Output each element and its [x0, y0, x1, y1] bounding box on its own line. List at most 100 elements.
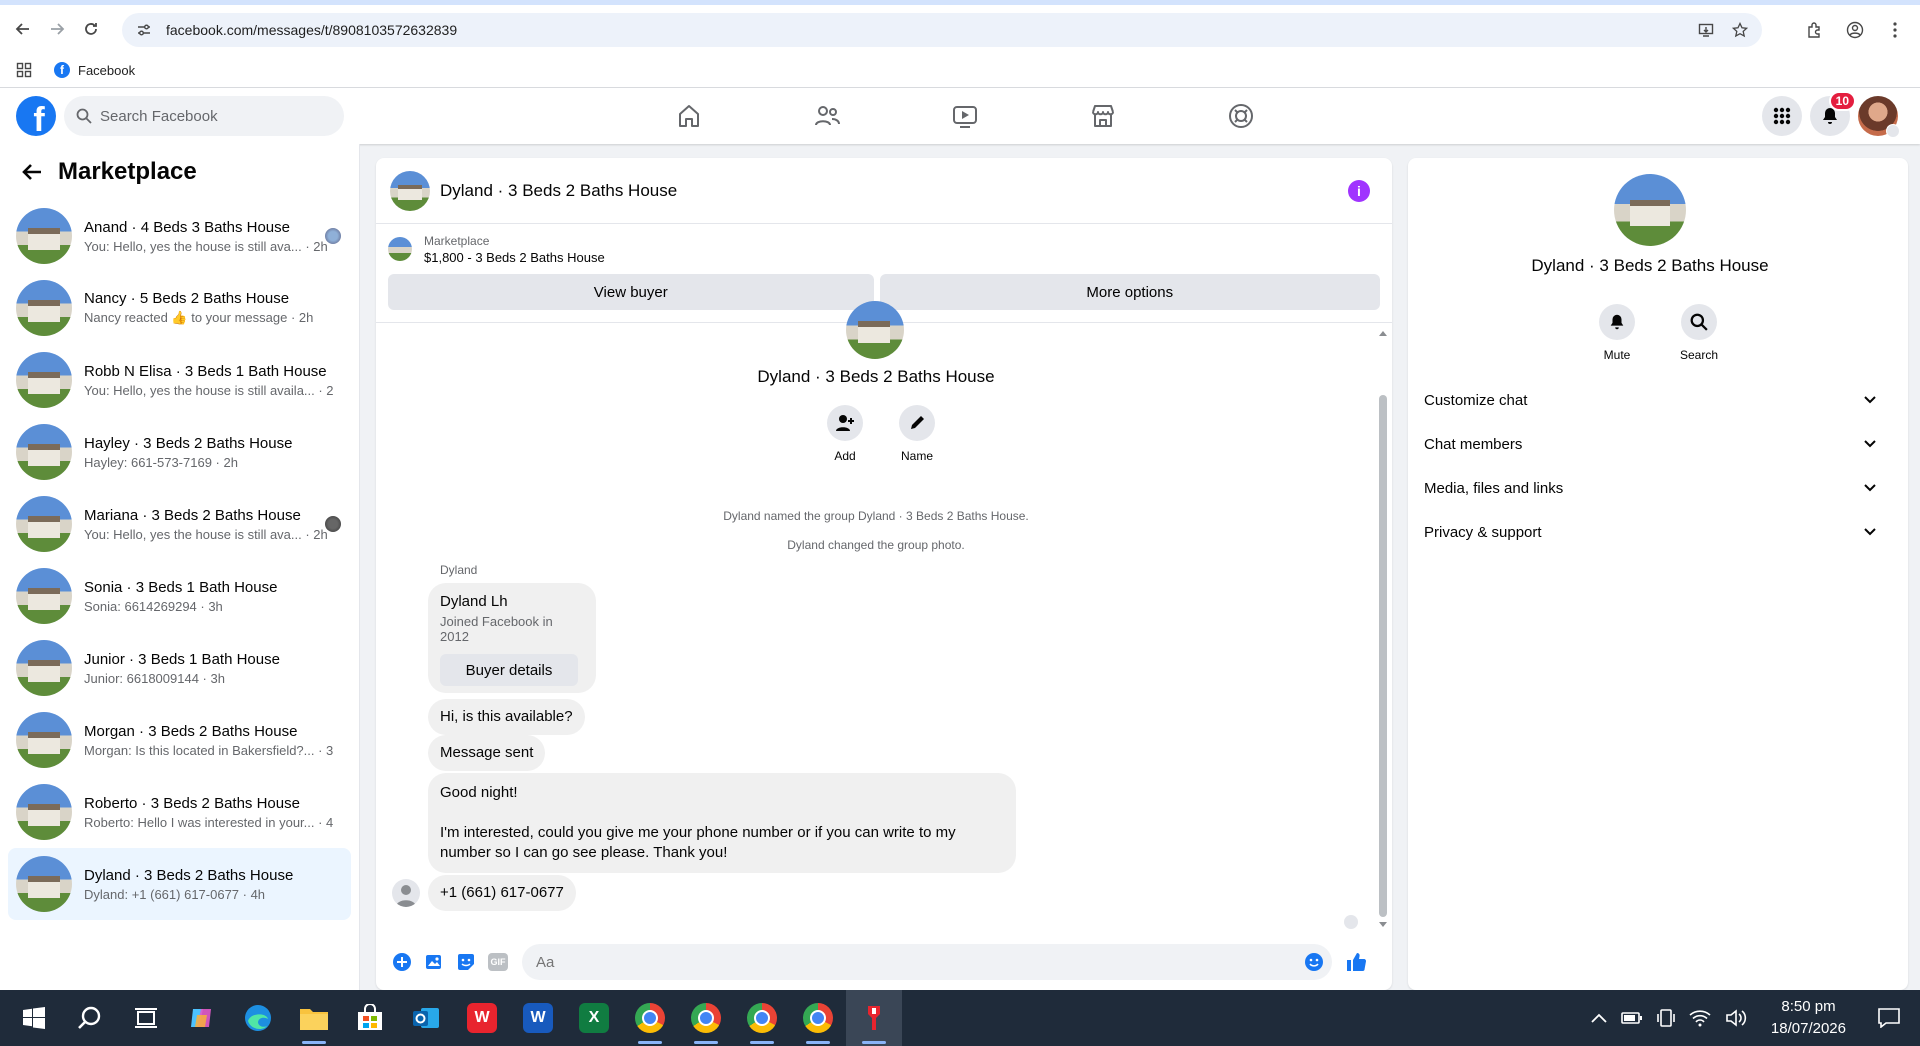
browser-menu-icon[interactable]: [1878, 13, 1912, 47]
nav-marketplace[interactable]: [1034, 88, 1172, 144]
facebook-logo[interactable]: f: [16, 96, 56, 136]
bookmark-star-icon[interactable]: [1726, 16, 1754, 44]
taskbar-active-app[interactable]: [846, 990, 902, 1046]
install-app-icon[interactable]: [1692, 16, 1720, 44]
address-bar[interactable]: facebook.com/messages/t/8908103572632839: [122, 13, 1762, 47]
profile-icon[interactable]: [1838, 13, 1872, 47]
notifications-button[interactable]: 10: [1810, 91, 1856, 136]
back-arrow-icon[interactable]: [20, 162, 42, 182]
taskbar-copilot[interactable]: [174, 990, 230, 1046]
clock[interactable]: 8:50 pm 18/07/2026: [1771, 996, 1846, 1040]
windows-icon: [22, 1006, 46, 1030]
conversation-item[interactable]: Junior · 3 Beds 1 Bath House Junior: 6618…: [8, 632, 351, 704]
plus-icon[interactable]: [386, 946, 418, 978]
search-icon: [76, 108, 92, 124]
back-icon[interactable]: [6, 12, 40, 46]
conversation-item[interactable]: Morgan · 3 Beds 2 Baths House Morgan: Is …: [8, 704, 351, 776]
thumbs-up-icon[interactable]: [1340, 946, 1372, 978]
conversation-item[interactable]: Mariana · 3 Beds 2 Baths House You: Hello…: [8, 488, 351, 560]
gif-icon[interactable]: GIF: [482, 946, 514, 978]
listing-thumbnail: [16, 640, 72, 696]
notification-center-icon[interactable]: [1878, 1008, 1900, 1028]
info-icon[interactable]: i: [1348, 180, 1370, 202]
add-people-button[interactable]: Add: [820, 405, 870, 463]
section-privacy-support[interactable]: Privacy & support: [1424, 510, 1884, 554]
account-avatar[interactable]: [1858, 96, 1900, 138]
nav-friends[interactable]: [758, 88, 896, 144]
apps-grid-icon[interactable]: [16, 62, 32, 78]
reload-icon[interactable]: [74, 12, 108, 46]
taskbar-word[interactable]: W: [510, 990, 566, 1046]
extensions-icon[interactable]: [1798, 13, 1832, 47]
message-input-box[interactable]: [522, 944, 1332, 980]
section-media-files-links[interactable]: Media, files and links: [1424, 466, 1884, 510]
conversation-item[interactable]: Roberto · 3 Beds 2 Baths House Roberto: H…: [8, 776, 351, 848]
taskbar-edge[interactable]: [230, 990, 286, 1046]
search-in-chat-button[interactable]: Search: [1674, 304, 1724, 362]
conversation-item-active[interactable]: Dyland · 3 Beds 2 Baths House Dyland: +1 …: [8, 848, 351, 920]
search-input[interactable]: [100, 107, 320, 125]
taskbar-search[interactable]: [62, 990, 118, 1046]
sticker-icon[interactable]: [450, 946, 482, 978]
taskbar-chrome-3[interactable]: [734, 990, 790, 1046]
taskbar-store[interactable]: [342, 990, 398, 1046]
chevron-down-icon: [1864, 440, 1876, 448]
volume-icon[interactable]: [1725, 1009, 1749, 1027]
bookmark-facebook[interactable]: f Facebook: [54, 62, 135, 78]
message-input[interactable]: [536, 953, 1304, 971]
menu-button[interactable]: [1762, 96, 1802, 136]
message-composer: GIF: [376, 934, 1392, 990]
taskbar-excel[interactable]: X: [566, 990, 622, 1046]
conversation-item[interactable]: Nancy · 5 Beds 2 Baths House Nancy reacte…: [8, 272, 351, 344]
taskbar-outlook[interactable]: [398, 990, 454, 1046]
nav-gaming[interactable]: [1172, 88, 1310, 144]
more-options-button[interactable]: More options: [879, 274, 1380, 310]
chevron-up-icon[interactable]: [1591, 1013, 1607, 1023]
conversation-item[interactable]: Sonia · 3 Beds 1 Bath House Sonia: 661426…: [8, 560, 351, 632]
message-bubble[interactable]: Hi, is this available?: [428, 699, 585, 735]
photo-icon[interactable]: [418, 946, 450, 978]
taskbar-file-explorer[interactable]: [286, 990, 342, 1046]
conversation-item[interactable]: Robb N Elisa · 3 Beds 1 Bath House You: H…: [8, 344, 351, 416]
wifi-icon[interactable]: [1689, 1009, 1711, 1027]
mute-button[interactable]: Mute: [1592, 304, 1642, 362]
section-customize-chat[interactable]: Customize chat: [1424, 378, 1884, 422]
section-chat-members[interactable]: Chat members: [1424, 422, 1884, 466]
start-button[interactable]: [6, 990, 62, 1046]
message-bubble[interactable]: Message sent: [428, 735, 546, 771]
view-buyer-button[interactable]: View buyer: [388, 274, 874, 310]
message-bubble[interactable]: +1 (661) 617-0677: [428, 875, 576, 911]
taskbar-chrome-4[interactable]: [790, 990, 846, 1046]
task-view[interactable]: [118, 990, 174, 1046]
device-icon[interactable]: [1657, 1008, 1675, 1028]
nav-home[interactable]: [620, 88, 758, 144]
conversation-preview: Roberto: Hello I was interested in your.…: [84, 814, 334, 830]
taskbar-chrome-2[interactable]: [678, 990, 734, 1046]
chat-title[interactable]: Dyland · 3 Beds 2 Baths House: [440, 181, 677, 201]
emoji-icon[interactable]: [1304, 952, 1324, 972]
conversation-name: Morgan · 3 Beds 2 Baths House: [84, 722, 298, 740]
message-bubble[interactable]: Good night! I'm interested, could you gi…: [428, 773, 1016, 873]
conversation-item[interactable]: Hayley · 3 Beds 2 Baths House Hayley: 661…: [8, 416, 351, 488]
header-actions: 10: [1762, 91, 1900, 138]
forward-icon[interactable]: [40, 12, 74, 46]
word-icon: W: [523, 1003, 553, 1033]
nav-video[interactable]: [896, 88, 1034, 144]
buyer-details-button[interactable]: Buyer details: [440, 654, 578, 686]
listing-banner[interactable]: Marketplace $1,800 - 3 Beds 2 Baths Hous…: [376, 224, 1392, 274]
battery-icon[interactable]: [1621, 1011, 1643, 1025]
conversation-item[interactable]: Anand · 4 Beds 3 Baths House You: Hello, …: [8, 200, 351, 272]
search-box[interactable]: [64, 96, 344, 136]
rename-button[interactable]: Name: [892, 405, 942, 463]
clock-date: 18/07/2026: [1770, 1020, 1846, 1037]
scroll-thumb[interactable]: [1379, 395, 1387, 917]
site-info-icon[interactable]: [136, 22, 152, 38]
conversation-preview: You: Hello, yes the house is still avail…: [84, 382, 334, 398]
chat-scrollbar[interactable]: [1378, 329, 1388, 929]
taskbar-wps[interactable]: W: [454, 990, 510, 1046]
message-list[interactable]: Dyland · 3 Beds 2 Baths House Add Name D…: [376, 301, 1392, 934]
chat-avatar[interactable]: [390, 170, 430, 211]
conversation-name: Robb N Elisa · 3 Beds 1 Bath House: [84, 362, 327, 380]
conversation-preview: Junior: 6618009144 · 3h: [84, 670, 225, 686]
taskbar-chrome-1[interactable]: [622, 990, 678, 1046]
